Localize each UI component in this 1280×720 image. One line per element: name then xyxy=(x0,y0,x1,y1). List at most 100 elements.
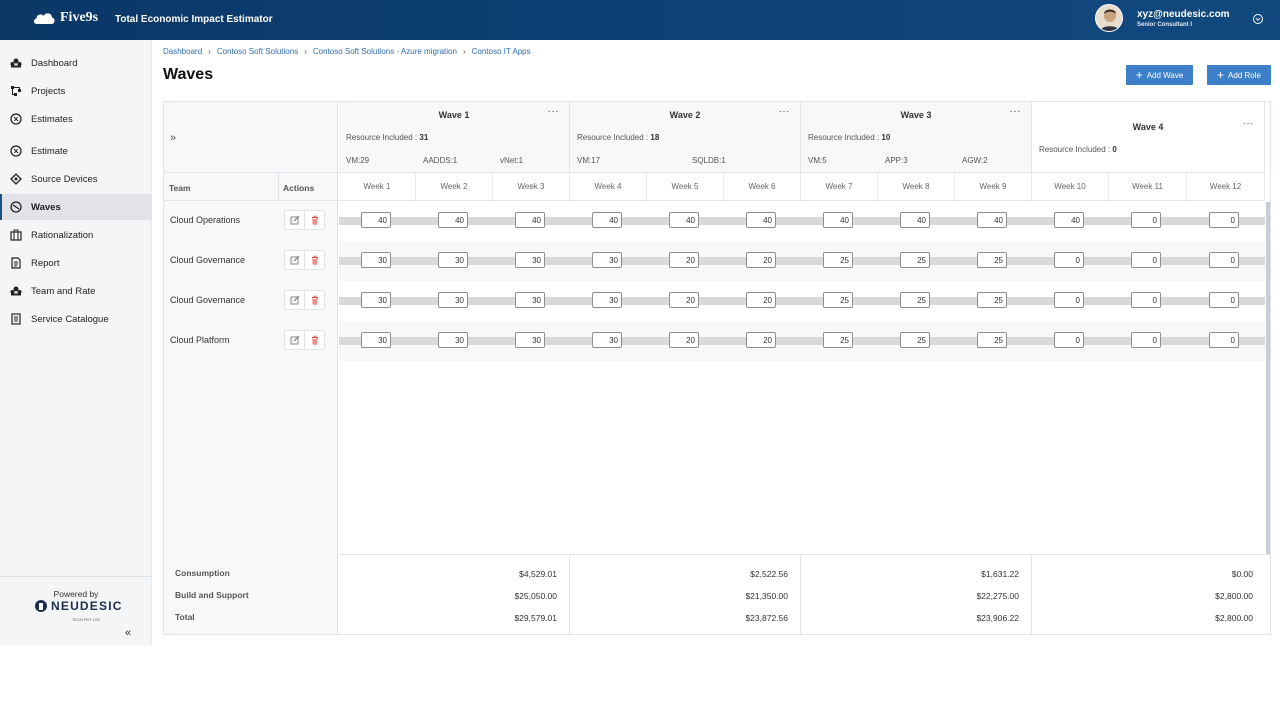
resource-count: vNet:1 xyxy=(500,156,524,165)
user-role: Senior Consultant I xyxy=(1137,22,1193,28)
hours-input[interactable]: 40 xyxy=(977,212,1007,228)
sidebar-item-rationalization[interactable]: Rationalization xyxy=(0,222,152,248)
edit-icon[interactable] xyxy=(285,251,304,269)
hours-input[interactable]: 40 xyxy=(746,212,776,228)
hours-input[interactable]: 40 xyxy=(1054,212,1084,228)
hours-input[interactable]: 20 xyxy=(746,252,776,268)
hours-input[interactable]: 0 xyxy=(1209,212,1239,228)
edit-icon[interactable] xyxy=(285,291,304,309)
summary-column: $4,529.01 $25,050.00 $29,579.01 xyxy=(339,555,570,635)
hours-input[interactable]: 20 xyxy=(669,252,699,268)
week-header: Week 7 xyxy=(801,172,878,201)
more-options-icon[interactable]: ··· xyxy=(1243,118,1255,129)
add-wave-button[interactable]: + Add Wave xyxy=(1126,65,1193,85)
hours-input[interactable]: 20 xyxy=(746,292,776,308)
hours-input[interactable]: 0 xyxy=(1131,292,1161,308)
actions-column-header: Actions xyxy=(278,173,338,201)
sidebar-item-report[interactable]: Report xyxy=(0,250,152,276)
app-logo[interactable]: Five9s xyxy=(32,10,98,26)
hours-input[interactable]: 0 xyxy=(1054,252,1084,268)
hours-input[interactable]: 0 xyxy=(1131,332,1161,348)
wave-header: Wave 1 ··· Resource Included : 31 VM:29 … xyxy=(339,102,570,172)
hours-input[interactable]: 20 xyxy=(746,332,776,348)
brand-name: NEUDESIC xyxy=(51,599,123,613)
hours-input[interactable]: 0 xyxy=(1131,212,1161,228)
user-menu-chevron-icon[interactable] xyxy=(1252,12,1264,24)
breadcrumb-client[interactable]: Contoso Soft Solutions xyxy=(217,47,298,56)
sidebar-item-projects[interactable]: Projects xyxy=(0,78,152,104)
add-role-button[interactable]: + Add Role xyxy=(1207,65,1271,85)
wave-title: Wave 3 xyxy=(900,110,932,120)
sidebar-item-source-devices[interactable]: Source Devices xyxy=(0,166,152,192)
sidebar-item-estimates[interactable]: Estimates xyxy=(0,106,152,132)
hours-input[interactable]: 40 xyxy=(900,212,930,228)
expand-button[interactable]: » xyxy=(170,132,176,144)
hours-input[interactable]: 30 xyxy=(592,252,622,268)
hours-input[interactable]: 0 xyxy=(1131,252,1161,268)
hours-input[interactable]: 25 xyxy=(977,332,1007,348)
hours-input[interactable]: 0 xyxy=(1054,332,1084,348)
more-options-icon[interactable]: ··· xyxy=(1010,106,1022,117)
resources-included: Resource Included : 0 xyxy=(1039,145,1117,154)
delete-icon[interactable] xyxy=(304,331,324,349)
hours-input[interactable]: 0 xyxy=(1209,252,1239,268)
more-options-icon[interactable]: ··· xyxy=(779,106,791,117)
hours-input[interactable]: 30 xyxy=(515,292,545,308)
delete-icon[interactable] xyxy=(304,251,324,269)
page-title: Waves xyxy=(163,66,214,83)
sidebar-item-dashboard[interactable]: Dashboard xyxy=(0,50,152,76)
hours-input[interactable]: 30 xyxy=(361,252,391,268)
hours-input[interactable]: 30 xyxy=(592,332,622,348)
hours-input[interactable]: 0 xyxy=(1054,292,1084,308)
hours-input[interactable]: 30 xyxy=(515,332,545,348)
sidebar-item-team-and-rate[interactable]: Team and Rate xyxy=(0,278,152,304)
hours-input[interactable]: 25 xyxy=(900,332,930,348)
hours-input[interactable]: 30 xyxy=(438,332,468,348)
add-role-label: Add Role xyxy=(1228,70,1261,80)
sidebar-item-service-catalogue[interactable]: Service Catalogue xyxy=(0,306,152,332)
sidebar-item-estimate[interactable]: Estimate xyxy=(0,138,152,164)
hours-input[interactable]: 30 xyxy=(361,332,391,348)
hours-input[interactable]: 30 xyxy=(361,292,391,308)
hours-input[interactable]: 40 xyxy=(823,212,853,228)
hours-input[interactable]: 25 xyxy=(977,252,1007,268)
sidebar-item-waves[interactable]: Waves xyxy=(0,194,152,220)
hours-input[interactable]: 40 xyxy=(515,212,545,228)
week-header: Week 6 xyxy=(724,172,801,201)
edit-icon[interactable] xyxy=(285,211,304,229)
sidebar-item-label: Source Devices xyxy=(31,173,98,185)
breadcrumb-estimate[interactable]: Contoso IT Apps xyxy=(472,47,531,56)
delete-icon[interactable] xyxy=(304,211,324,229)
hours-input[interactable]: 30 xyxy=(592,292,622,308)
hours-input[interactable]: 25 xyxy=(900,292,930,308)
hours-input[interactable]: 25 xyxy=(823,332,853,348)
resource-count: VM:5 xyxy=(808,156,827,165)
breadcrumb-dashboard[interactable]: Dashboard xyxy=(163,47,202,56)
hours-input[interactable]: 20 xyxy=(669,292,699,308)
hours-input[interactable]: 25 xyxy=(823,252,853,268)
delete-icon[interactable] xyxy=(304,291,324,309)
hours-input[interactable]: 25 xyxy=(977,292,1007,308)
resource-count: APP:3 xyxy=(885,156,908,165)
avatar[interactable] xyxy=(1095,4,1123,32)
team-row: Cloud Operations xyxy=(164,201,338,241)
resources-included: Resource Included : 31 xyxy=(346,133,429,142)
hours-input[interactable]: 0 xyxy=(1209,292,1239,308)
edit-icon[interactable] xyxy=(285,331,304,349)
hours-input[interactable]: 0 xyxy=(1209,332,1239,348)
hours-input[interactable]: 25 xyxy=(900,252,930,268)
collapse-sidebar-button[interactable]: « xyxy=(125,627,131,639)
hours-input[interactable]: 40 xyxy=(669,212,699,228)
more-options-icon[interactable]: ··· xyxy=(548,106,560,117)
hours-input[interactable]: 30 xyxy=(438,252,468,268)
hours-input[interactable]: 20 xyxy=(669,332,699,348)
hours-input[interactable]: 25 xyxy=(823,292,853,308)
vertical-scrollbar[interactable] xyxy=(1266,202,1270,554)
hours-input[interactable]: 30 xyxy=(438,292,468,308)
hours-input[interactable]: 30 xyxy=(515,252,545,268)
hours-input[interactable]: 40 xyxy=(438,212,468,228)
row-actions xyxy=(284,250,325,270)
breadcrumb-project[interactable]: Contoso Soft Solutions - Azure migration xyxy=(313,47,457,56)
hours-input[interactable]: 40 xyxy=(361,212,391,228)
hours-input[interactable]: 40 xyxy=(592,212,622,228)
